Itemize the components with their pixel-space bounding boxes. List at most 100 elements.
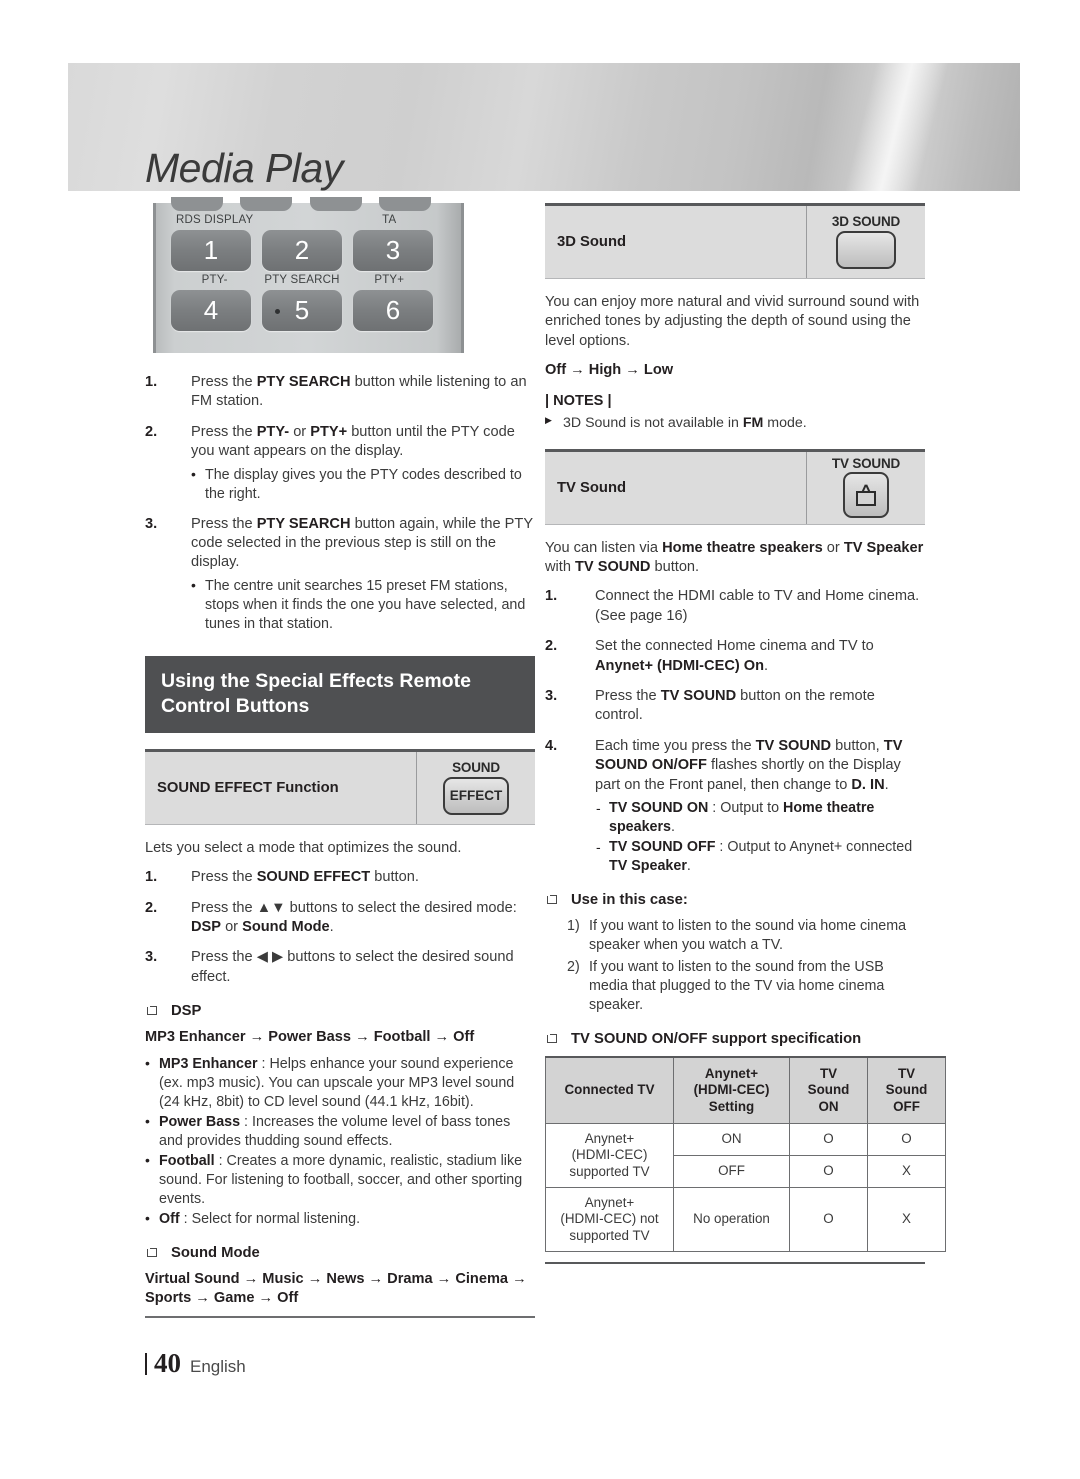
bold-term: TV SOUND xyxy=(575,558,651,575)
page-footer: 40 English xyxy=(145,1350,246,1377)
step-text: Press the ◀ ▶ buttons to select the desi… xyxy=(191,949,514,984)
dsp-chain: MP3 Enhancer → Power Bass → Football → O… xyxy=(145,1029,475,1046)
cell-tv-sound-on: O xyxy=(789,1155,868,1189)
step-text: Press the PTY SEARCH button again, while… xyxy=(191,516,533,571)
step-number: 1. xyxy=(545,588,558,605)
text-run: Press the xyxy=(191,515,257,532)
remote-label-ta: TA xyxy=(382,214,397,226)
use-case-item: 1) If you want to listen to the sound via… xyxy=(567,917,925,955)
step-number: 3. xyxy=(145,515,158,532)
cell-tv-sound-off: O xyxy=(867,1122,946,1157)
remote-button-3: 3 xyxy=(353,230,433,271)
text-run: . xyxy=(671,818,675,835)
use-cases-list: 1) If you want to listen to the sound via… xyxy=(567,917,925,1015)
bold-term: D. IN xyxy=(851,776,885,793)
cell-setting: No operation xyxy=(673,1187,790,1253)
bold-term: Anynet+ (HDMI-CEC) On xyxy=(595,657,765,674)
text-run: Press the xyxy=(595,687,661,704)
numbered-step: 2. Set the connected Home cinema and TV t… xyxy=(545,637,925,676)
checkbox-icon xyxy=(546,1031,557,1043)
bold-term: PTY- xyxy=(256,423,290,440)
remote-stub xyxy=(240,197,293,211)
bullet-item: Power Bass : Increases the volume level … xyxy=(145,1112,535,1151)
table-body: Anynet+ (HDMI-CEC) supported TV ON O O OFF O X An… xyxy=(545,1122,946,1253)
step-text: Set the connected Home cinema and TV to … xyxy=(595,638,874,673)
text-run: mode. xyxy=(763,414,807,431)
note-item: 3D Sound is not available in FM mode. xyxy=(545,414,925,433)
text-run: button, xyxy=(831,737,884,754)
bold-term: TV SOUND ON xyxy=(609,799,709,816)
bullet-item: MP3 Enhancer : Helps enhance your sound … xyxy=(145,1054,535,1112)
checkbox-icon xyxy=(146,1004,157,1016)
checkbox-icon xyxy=(546,892,557,904)
sound-effect-function-box: SOUND EFFECT Function SOUND EFFECT xyxy=(145,748,535,825)
use-case-text: If you want to listen to the sound via h… xyxy=(589,917,907,953)
tv-sound-function-box: TV Sound TV SOUND xyxy=(545,448,925,525)
page-number: 40 xyxy=(154,1348,181,1378)
cell-connected-tv: Anynet+ (HDMI-CEC) supported TV xyxy=(545,1122,674,1189)
remote-label-pty-minus: PTY- xyxy=(201,274,228,286)
text-run: Each time you press the xyxy=(595,737,756,754)
dsp-heading-label: DSP xyxy=(171,1003,202,1020)
spec-heading-label: TV SOUND ON/OFF support specification xyxy=(571,1030,862,1047)
table-column-header: TV Sound OFF xyxy=(867,1055,946,1124)
text-run: : Output to xyxy=(708,799,783,816)
remote-stub xyxy=(309,197,362,211)
dsp-items-list: MP3 Enhancer : Helps enhance your sound … xyxy=(145,1054,535,1229)
text-run: 3D Sound is not available in xyxy=(563,414,743,431)
bullet-item: Off : Select for normal listening. xyxy=(145,1209,535,1229)
remote-button-dot xyxy=(275,308,280,314)
text-run: You can listen via xyxy=(545,539,663,556)
notes-list: 3D Sound is not available in FM mode. xyxy=(545,414,925,433)
left-column-bottom-rule xyxy=(145,1316,535,1319)
step-number: 3. xyxy=(145,949,158,966)
numbered-step: 3. Press the PTY SEARCH button again, whi… xyxy=(145,515,535,634)
bold-term: PTY+ xyxy=(310,423,348,440)
text-run: or xyxy=(822,539,844,556)
text-run: ▲▼ xyxy=(256,899,286,916)
cell-tv-sound-off: X xyxy=(867,1187,946,1253)
cell-setting: OFF xyxy=(673,1155,790,1189)
dsp-heading: DSP xyxy=(145,1003,535,1019)
text-run: Press the xyxy=(191,899,257,916)
section-heading-special-effects: Using the Special Effects Remote Control… xyxy=(145,655,535,733)
table-column-header: TV Sound ON xyxy=(789,1055,868,1124)
3d-sound-chain: Off → High → Low xyxy=(545,362,674,379)
bold-term: Home theatre speakers xyxy=(662,539,823,556)
sub-bullet: TV SOUND OFF : Output to Anynet+ connect… xyxy=(595,838,925,876)
bold-term: TV SOUND xyxy=(660,687,737,704)
step-text: Each time you press the TV SOUND button,… xyxy=(595,738,902,793)
table-bottom-rule xyxy=(545,1262,925,1265)
sound-mode-heading-label: Sound Mode xyxy=(171,1244,260,1261)
step-text: Connect the HDMI cable to TV and Home ci… xyxy=(595,588,919,623)
remote-control-illustration: RDS DISPLAY TA 1 2 3 PTY- PTY SEARCH PTY… xyxy=(145,197,472,355)
tv-sound-description: You can listen via Home theatre speakers… xyxy=(545,539,925,578)
bold-term: TV SOUND xyxy=(755,737,832,754)
step-text: Press the ▲▼ buttons to select the desir… xyxy=(191,900,517,935)
footer-bar xyxy=(145,1353,147,1375)
step-number: 2. xyxy=(545,638,558,655)
use-case-number: 2) xyxy=(567,958,580,975)
numbered-step: 1. Press the SOUND EFFECT button. xyxy=(145,868,535,887)
step-number: 4. xyxy=(545,737,558,754)
left-column: RDS DISPLAY TA 1 2 3 PTY- PTY SEARCH PTY… xyxy=(145,197,535,1319)
3d-sound-description: You can enjoy more natural and vivid sur… xyxy=(545,294,920,349)
step-text: Press the PTY SEARCH button while listen… xyxy=(191,374,527,409)
page-header-banner: Media Play xyxy=(68,63,1020,191)
3d-sound-button-glyph xyxy=(836,230,896,269)
use-case-item: 2) If you want to listen to the sound fro… xyxy=(567,958,925,1015)
numbered-step: 3. Press the ◀ ▶ buttons to select the de… xyxy=(145,948,535,987)
sound-effect-intro: Lets you select a mode that optimizes th… xyxy=(145,839,462,856)
tv-screen xyxy=(856,491,876,507)
bold-term: TV Speaker xyxy=(843,539,924,556)
remote-row2-buttons: 4 5 6 xyxy=(171,290,433,331)
text-run: Connect the HDMI cable to TV and Home ci… xyxy=(595,588,920,624)
cell-tv-sound-on: O xyxy=(789,1187,868,1253)
tv-sound-icon-caption: TV SOUND xyxy=(831,455,901,471)
numbered-step: 2. Press the PTY- or PTY+ button until th… xyxy=(145,423,535,504)
step-number: 3. xyxy=(545,687,558,704)
tv-sound-button-glyph xyxy=(843,472,889,519)
cell-tv-sound-off: X xyxy=(867,1155,946,1189)
page-title: Media Play xyxy=(145,145,343,191)
remote-button-1: 1 xyxy=(171,230,251,271)
